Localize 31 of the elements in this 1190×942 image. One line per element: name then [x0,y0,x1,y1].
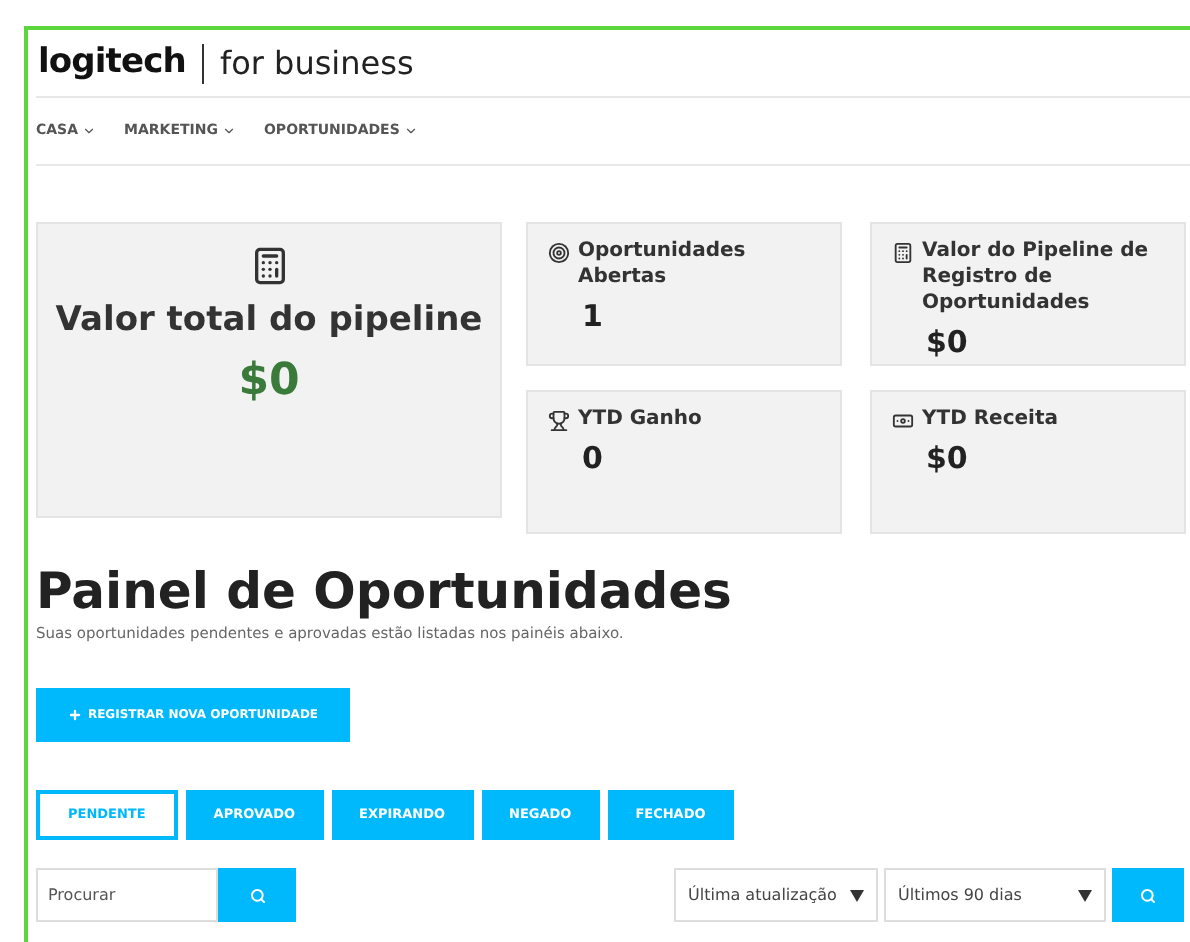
search-field[interactable]: Procurar [36,868,218,923]
chevron-down-icon [82,124,97,138]
stat-label: Oportunidades Abertas [578,238,748,290]
calculator-icon [892,242,914,264]
chevron-down-icon [221,124,236,138]
plus-icon [67,708,82,723]
summary-value: $0 [238,353,300,409]
stat-value: $0 [926,322,970,364]
target-icon [548,242,570,264]
chevron-down-icon [403,124,418,138]
calculator-icon [249,244,289,288]
search-button[interactable] [218,868,296,923]
trophy-icon [548,410,570,432]
filter-select[interactable]: Última atualização [674,868,878,923]
dropdown-arrow-icon [1078,889,1092,902]
filter-search-button[interactable] [1112,868,1184,923]
search-icon [249,887,265,904]
stat-label: YTD Receita [922,406,1058,432]
page-heading: Painel de Oportunidades [36,562,734,622]
logo-suffix: for business [219,41,414,85]
stat-value: 1 [582,296,605,338]
banknote-icon [892,410,914,432]
summary-title: Valor total do pipeline [55,298,483,344]
stat-label: Valor do Pipeline de Registro de Oportunidades [922,238,1151,316]
stat-value: 0 [582,438,605,480]
stat-value: $0 [926,438,970,480]
logo[interactable]: logitech [38,37,186,89]
search-icon [1140,887,1156,904]
filter-select[interactable]: Últimos 90 dias [884,868,1106,923]
dropdown-arrow-icon [850,889,864,902]
stat-label: YTD Ganho [578,406,702,432]
